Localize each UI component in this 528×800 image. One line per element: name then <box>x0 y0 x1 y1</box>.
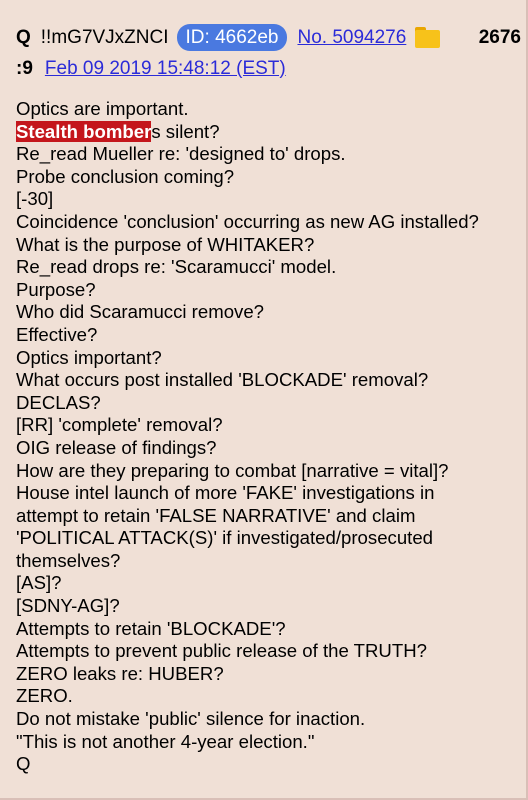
message-line: Who did Scaramucci remove? <box>16 301 265 323</box>
message-line: attempt to retain 'FALSE NARRATIVE' and … <box>16 504 416 526</box>
message-line: DECLAS? <box>16 391 101 413</box>
message-line: themselves? <box>16 549 121 571</box>
file-count: 2676 <box>478 27 521 48</box>
post-header: Q !!mG7VJxZNCI ID: 4662eb No. 5094276 26… <box>16 22 521 84</box>
message-line: [-30] <box>16 188 54 210</box>
message-line: Coincidence 'conclusion' occurring as ne… <box>16 210 479 232</box>
message-line: How are they preparing to combat [narrat… <box>16 459 449 481</box>
message-line: Do not mistake 'public' silence for inac… <box>16 708 366 730</box>
highlighted-text: Stealth bomber <box>16 120 152 142</box>
post-header-row: Q !!mG7VJxZNCI ID: 4662eb No. 5094276 26… <box>16 22 521 53</box>
message-line: Optics important? <box>16 346 162 368</box>
poster-name: Q <box>16 27 31 48</box>
message-line: Purpose? <box>16 278 96 300</box>
post-header-row-2: :9 Feb 09 2019 15:48:12 (EST) <box>16 53 521 84</box>
post-message: Optics are important. Stealth bombers si… <box>16 98 521 776</box>
message-line: ZERO. <box>16 685 73 707</box>
message-line: Effective? <box>16 323 98 345</box>
message-line: [RR] 'complete' removal? <box>16 414 223 436</box>
message-line: [SDNY-AG]? <box>16 595 120 617</box>
message-line: Q <box>16 753 31 775</box>
message-line: Re_read Mueller re: 'designed to' drops. <box>16 143 346 165</box>
message-line: Re_read drops re: 'Scaramucci' model. <box>16 256 337 278</box>
highlighted-text-rest: s silent? <box>151 120 220 142</box>
post-number-link[interactable]: No. 5094276 <box>297 22 406 53</box>
message-line: House intel launch of more 'FAKE' invest… <box>16 482 435 504</box>
message-line: [AS]? <box>16 572 62 594</box>
message-line: What is the purpose of WHITAKER? <box>16 233 315 255</box>
message-line: "This is not another 4-year election." <box>16 730 315 752</box>
post-datetime-link[interactable]: Feb 09 2019 15:48:12 (EST) <box>45 53 286 84</box>
message-line: Stealth bombers silent? <box>16 120 521 144</box>
message-line: Probe conclusion coming? <box>16 165 235 187</box>
message-line: Attempts to retain 'BLOCKADE'? <box>16 617 286 639</box>
message-line: 'POLITICAL ATTACK(S)' if investigated/pr… <box>16 527 434 549</box>
message-line: Optics are important. <box>16 98 189 119</box>
post-container: Q !!mG7VJxZNCI ID: 4662eb No. 5094276 26… <box>0 0 528 800</box>
message-line: What occurs post installed 'BLOCKADE' re… <box>16 369 429 391</box>
message-line: Attempts to prevent public release of th… <box>16 640 427 662</box>
tripcode: !!mG7VJxZNCI <box>40 27 169 48</box>
message-line: OIG release of findings? <box>16 436 217 458</box>
id-badge[interactable]: ID: 4662eb <box>176 24 288 51</box>
folder-icon[interactable] <box>415 27 441 48</box>
message-line: ZERO leaks re: HUBER? <box>16 662 224 684</box>
continuation-number: :9 <box>16 58 33 79</box>
